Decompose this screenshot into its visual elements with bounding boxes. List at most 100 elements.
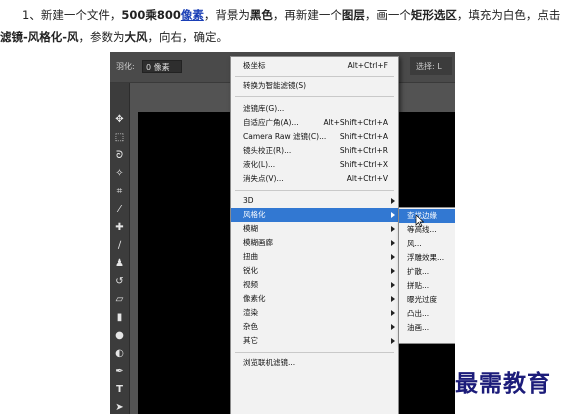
submenu-item-find-edges[interactable]: 查找边缘	[399, 209, 455, 227]
menu-item-shortcut: Alt+Shift+Ctrl+A	[323, 118, 388, 127]
blur-tool-icon[interactable]: ●	[112, 329, 127, 343]
magic-wand-tool-icon[interactable]: ✧	[112, 167, 127, 181]
menu-item-shortcut: Alt+Ctrl+V	[346, 174, 388, 183]
submenu-arrow-icon	[391, 338, 395, 344]
submenu-item-diffuse[interactable]: 扩散...	[399, 265, 455, 279]
crop-tool-icon[interactable]: ⌗	[112, 185, 127, 199]
menu-item-adaptive-wide-angle[interactable]: 自适应广角(A)... Alt+Shift+Ctrl+A	[231, 116, 398, 130]
menu-item-shortcut: Shift+Ctrl+A	[339, 132, 388, 141]
instr-black: 黑色	[249, 8, 273, 22]
submenu-item-label: 拼贴...	[407, 281, 430, 290]
menu-item-other[interactable]: 其它	[231, 334, 398, 348]
type-tool-icon[interactable]: T	[112, 383, 127, 397]
menu-item-label: 渲染	[243, 308, 258, 317]
menu-item-liquify[interactable]: 液化(L)... Shift+Ctrl+X	[231, 158, 398, 172]
menu-item-render[interactable]: 渲染	[231, 306, 398, 320]
submenu-item-emboss[interactable]: 浮雕效果...	[399, 251, 455, 265]
path-selection-tool-icon[interactable]: ➤	[112, 401, 127, 414]
options-right-text: 选择: L	[416, 62, 442, 71]
menu-item-label: 自适应广角(A)...	[243, 118, 299, 127]
submenu-item-label: 等高线...	[407, 225, 437, 234]
submenu-item-contour[interactable]: 等高线...	[399, 223, 455, 237]
eyedropper-tool-icon[interactable]: ⁄	[112, 203, 127, 217]
submenu-item-label: 浮雕效果...	[407, 253, 445, 262]
submenu-arrow-icon	[391, 254, 395, 260]
menu-item-label: 视频	[243, 280, 258, 289]
photoshop-screenshot: 羽化: 0 像素 选择: L ✥ ⬚ ᘐ ✧ ⌗ ⁄ ✚ ∕ ♟ ↺ ▱ ▮ ●…	[110, 52, 455, 414]
menu-item-camera-raw[interactable]: Camera Raw 滤镜(C)... Shift+Ctrl+A	[231, 130, 398, 144]
menu-item-noise[interactable]: 杂色	[231, 320, 398, 334]
submenu-item-tiles[interactable]: 拼贴...	[399, 279, 455, 293]
submenu-item-wind[interactable]: 风...	[399, 237, 455, 251]
pixel-link[interactable]: 像素	[181, 8, 204, 22]
move-tool-icon[interactable]: ✥	[112, 113, 127, 127]
feather-input[interactable]: 0 像素	[142, 60, 182, 73]
menu-item-sharpen[interactable]: 锐化	[231, 264, 398, 278]
lasso-tool-icon[interactable]: ᘐ	[112, 149, 127, 163]
submenu-arrow-icon	[391, 212, 395, 218]
menu-item-label: 锐化	[243, 266, 258, 275]
gradient-tool-icon[interactable]: ▮	[112, 311, 127, 325]
clone-stamp-tool-icon[interactable]: ♟	[112, 257, 127, 271]
menu-separator	[235, 76, 394, 77]
healing-brush-tool-icon[interactable]: ✚	[112, 221, 127, 235]
submenu-arrow-icon	[391, 324, 395, 330]
instr-step: 1、新建一个文件，	[22, 8, 122, 22]
submenu-arrow-icon	[391, 282, 395, 288]
instr-mid: ，背景为	[203, 8, 250, 22]
menu-item-pixelate[interactable]: 像素化	[231, 292, 398, 306]
submenu-arrow-icon	[391, 226, 395, 232]
menu-item-vanishing-point[interactable]: 消失点(V)... Alt+Ctrl+V	[231, 172, 398, 186]
submenu-item-oil-paint[interactable]: 油画...	[399, 321, 455, 335]
menu-item-label: 镜头校正(R)...	[243, 146, 292, 155]
menu-item-video[interactable]: 视频	[231, 278, 398, 292]
instruction-text: 1、新建一个文件，500乘800像素，背景为黑色，再新建一个图层，画一个矩形选区…	[0, 4, 566, 48]
menu-item-label: 其它	[243, 336, 258, 345]
history-brush-tool-icon[interactable]: ↺	[112, 275, 127, 289]
instr-layer: 图层	[341, 8, 365, 22]
instr-filter-path: 滤镜-风格化-风	[0, 30, 79, 44]
brush-tool-icon[interactable]: ∕	[112, 239, 127, 253]
menu-item-label: 浏览联机滤镜...	[243, 358, 296, 367]
instr-mid4: ，填充为白色，点击	[456, 8, 561, 22]
marquee-tool-icon[interactable]: ⬚	[112, 131, 127, 145]
instr-end: ，向右，确定。	[147, 30, 229, 44]
menu-item-label: 扭曲	[243, 252, 258, 261]
menu-item-label: 模糊画廊	[243, 238, 273, 247]
menu-item-convert-smart-filter[interactable]: 转换为智能滤镜(S)	[231, 79, 398, 93]
submenu-item-label: 凸出...	[407, 309, 430, 318]
instr-size: 500乘800	[121, 8, 181, 22]
menu-item-label: Camera Raw 滤镜(C)...	[243, 132, 327, 141]
instr-big-wind: 大风	[124, 30, 148, 44]
menu-item-browse-online-filters[interactable]: 浏览联机滤镜...	[231, 356, 398, 370]
menu-item-filter-gallery[interactable]: 滤镜库(G)...	[231, 102, 398, 116]
submenu-arrow-icon	[391, 198, 395, 204]
submenu-item-label: 曝光过度	[407, 295, 437, 304]
submenu-item-solarize[interactable]: 曝光过度	[399, 293, 455, 307]
submenu-item-label: 风...	[407, 239, 422, 248]
menu-item-distort[interactable]: 扭曲	[231, 250, 398, 264]
menu-item-blur-gallery[interactable]: 模糊画廊	[231, 236, 398, 250]
submenu-arrow-icon	[391, 240, 395, 246]
submenu-item-label: 油画...	[407, 323, 430, 332]
eraser-tool-icon[interactable]: ▱	[112, 293, 127, 307]
submenu-arrow-icon	[391, 296, 395, 302]
menu-item-lens-correction[interactable]: 镜头校正(R)... Shift+Ctrl+R	[231, 144, 398, 158]
pen-tool-icon[interactable]: ✒	[112, 365, 127, 379]
menu-item-blur[interactable]: 模糊	[231, 222, 398, 236]
menu-item-label: 模糊	[243, 224, 258, 233]
submenu-arrow-icon	[391, 268, 395, 274]
menu-item-label: 风格化	[243, 210, 266, 219]
submenu-item-extrude[interactable]: 凸出...	[399, 307, 455, 321]
dodge-tool-icon[interactable]: ◐	[112, 347, 127, 361]
menu-item-label: 像素化	[243, 294, 266, 303]
menu-item-3d[interactable]: 3D	[231, 194, 398, 208]
menu-item-shortcut: Shift+Ctrl+R	[339, 146, 388, 155]
instr-mid2: ，再新建一个	[272, 8, 342, 22]
menu-item-label: 消失点(V)...	[243, 174, 284, 183]
feather-label: 羽化:	[116, 62, 135, 71]
instr-mid5: ，参数为	[78, 30, 125, 44]
menu-separator	[235, 190, 394, 191]
menu-item-polar-coordinates[interactable]: 极坐标 Alt+Ctrl+F	[231, 59, 398, 73]
menu-item-stylize[interactable]: 风格化	[231, 208, 398, 222]
